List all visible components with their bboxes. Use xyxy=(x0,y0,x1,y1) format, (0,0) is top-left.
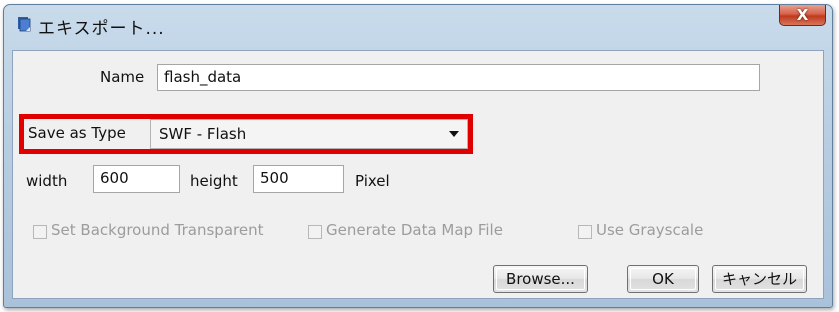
dialog-body: Name flash_data Save as Type SWF - Flash… xyxy=(12,50,824,299)
export-dialog: エキスポート... X Name flash_data Save as Type… xyxy=(3,4,833,308)
unit-label: Pixel xyxy=(355,172,390,190)
width-input[interactable]: 600 xyxy=(93,165,180,193)
chevron-down-icon xyxy=(449,131,459,137)
save-type-value: SWF - Flash xyxy=(159,125,247,143)
close-button[interactable]: X xyxy=(779,5,826,26)
window-title: エキスポート... xyxy=(38,19,165,39)
close-icon: X xyxy=(796,6,809,24)
save-type-label: Save as Type xyxy=(28,124,126,142)
ok-button[interactable]: OK xyxy=(627,265,699,293)
ok-label: OK xyxy=(652,270,674,288)
name-input[interactable]: flash_data xyxy=(157,64,760,91)
datamap-label: Generate Data Map File xyxy=(326,221,503,239)
height-label: height xyxy=(190,172,238,190)
grayscale-checkbox[interactable] xyxy=(578,225,592,239)
transparent-checkbox[interactable] xyxy=(33,225,47,239)
name-label: Name xyxy=(100,68,145,86)
browse-label: Browse... xyxy=(506,270,575,288)
title-bar[interactable]: エキスポート... X xyxy=(4,5,832,43)
browse-button[interactable]: Browse... xyxy=(493,265,588,293)
grayscale-label: Use Grayscale xyxy=(596,221,704,239)
save-type-select[interactable]: SWF - Flash xyxy=(150,119,468,149)
transparent-label: Set Background Transparent xyxy=(51,221,264,239)
bookmark-icon xyxy=(18,17,31,32)
cancel-label: キャンセル xyxy=(721,270,797,288)
width-label: width xyxy=(26,172,68,190)
datamap-checkbox[interactable] xyxy=(308,225,322,239)
height-input[interactable]: 500 xyxy=(253,165,344,193)
cancel-button[interactable]: キャンセル xyxy=(712,265,807,293)
